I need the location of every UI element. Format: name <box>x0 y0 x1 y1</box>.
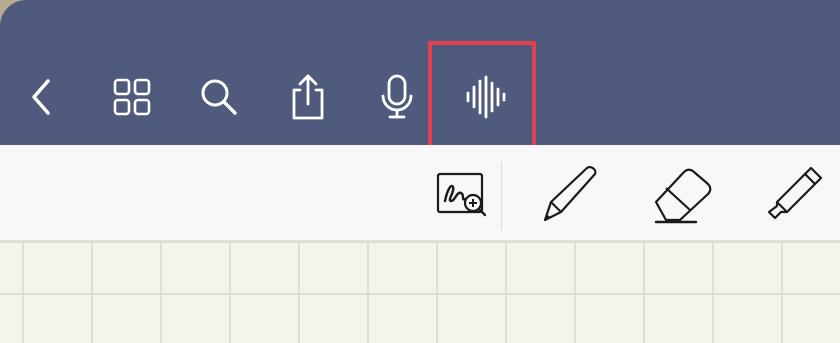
pen-icon <box>543 166 597 222</box>
back-button[interactable] <box>17 72 67 122</box>
audio-recording-button[interactable] <box>459 72 509 122</box>
microphone-icon <box>381 74 413 119</box>
share-icon <box>292 74 324 120</box>
highlighter-tool[interactable] <box>760 163 826 225</box>
notes-app-window <box>0 0 840 343</box>
lasso-zoom-icon <box>436 172 487 217</box>
search-icon <box>201 79 237 115</box>
grid-view-button[interactable] <box>107 72 157 122</box>
share-button[interactable] <box>283 72 333 122</box>
highlighter-icon <box>767 166 823 220</box>
drawing-toolbar <box>0 145 840 241</box>
toolbar-divider <box>501 162 502 230</box>
audio-waveform-icon <box>466 75 506 119</box>
dictation-button[interactable] <box>372 72 422 122</box>
grid-icon <box>113 78 151 116</box>
pen-tool[interactable] <box>536 161 604 227</box>
search-button[interactable] <box>194 72 244 122</box>
eraser-tool[interactable] <box>649 163 715 225</box>
top-navigation-bar <box>0 0 840 151</box>
lasso-zoom-tool[interactable] <box>433 169 491 221</box>
grid-paper-canvas[interactable] <box>0 241 840 343</box>
eraser-icon <box>654 168 712 224</box>
back-icon <box>32 79 50 115</box>
